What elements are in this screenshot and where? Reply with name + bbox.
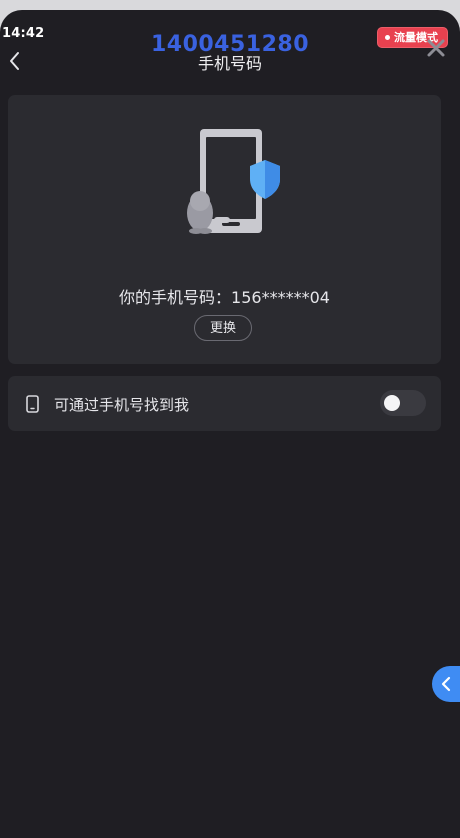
- findable-by-phone-label: 可通过手机号找到我: [54, 396, 190, 414]
- floating-expand-button[interactable]: [432, 666, 460, 702]
- chevron-left-icon: [441, 676, 451, 692]
- phone-number-card: 你的手机号码：156******04 更换: [8, 95, 441, 364]
- phone-number-text: 你的手机号码：156******04: [119, 288, 330, 307]
- page-title: 手机号码: [197, 54, 262, 73]
- badge-dot-icon: [385, 35, 390, 40]
- toggle-knob: [384, 395, 400, 411]
- findable-by-phone-toggle[interactable]: [380, 390, 426, 416]
- app-screen: 14:42 1400451280 流量模式 手机号码 你的手机号码：156***…: [0, 10, 460, 838]
- change-button[interactable]: 更换: [194, 315, 252, 341]
- findable-by-phone-row: 可通过手机号找到我: [8, 376, 441, 431]
- mobile-phone-icon: [26, 395, 39, 413]
- phone-shield-illustration: [187, 129, 280, 234]
